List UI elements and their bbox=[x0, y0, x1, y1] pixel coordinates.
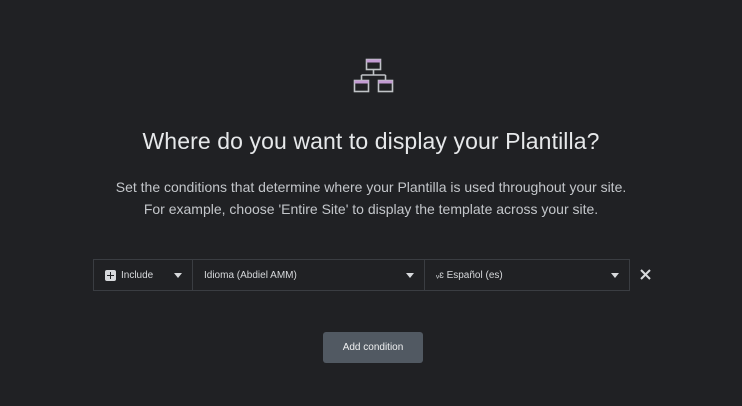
condition-type-select[interactable]: Include bbox=[94, 260, 192, 290]
description-line-1: Set the conditions that determine where … bbox=[115, 179, 627, 195]
add-condition-button[interactable]: Add condition bbox=[323, 332, 423, 363]
condition-row: Include Idioma (Abdiel AMM) ᵥɛ Español (… bbox=[93, 259, 630, 291]
chevron-down-icon bbox=[174, 273, 182, 278]
page-description: Set the conditions that determine where … bbox=[0, 176, 742, 220]
condition-type-label: Include bbox=[121, 269, 154, 281]
close-icon[interactable] bbox=[639, 268, 652, 281]
condition-name-select[interactable]: Idioma (Abdiel AMM) bbox=[192, 260, 424, 290]
condition-name-label: Idioma (Abdiel AMM) bbox=[204, 269, 297, 281]
condition-value-label: ᵥɛ Español (es) bbox=[436, 269, 503, 281]
condition-value-select[interactable]: ᵥɛ Español (es) bbox=[424, 260, 629, 290]
description-line-2: For example, choose 'Entire Site' to dis… bbox=[143, 201, 599, 217]
chevron-down-icon bbox=[406, 273, 414, 278]
sitemap-icon bbox=[353, 58, 394, 93]
plus-square-icon bbox=[105, 269, 116, 281]
chevron-down-icon bbox=[611, 273, 619, 278]
page-title: Where do you want to display your Planti… bbox=[142, 128, 600, 154]
